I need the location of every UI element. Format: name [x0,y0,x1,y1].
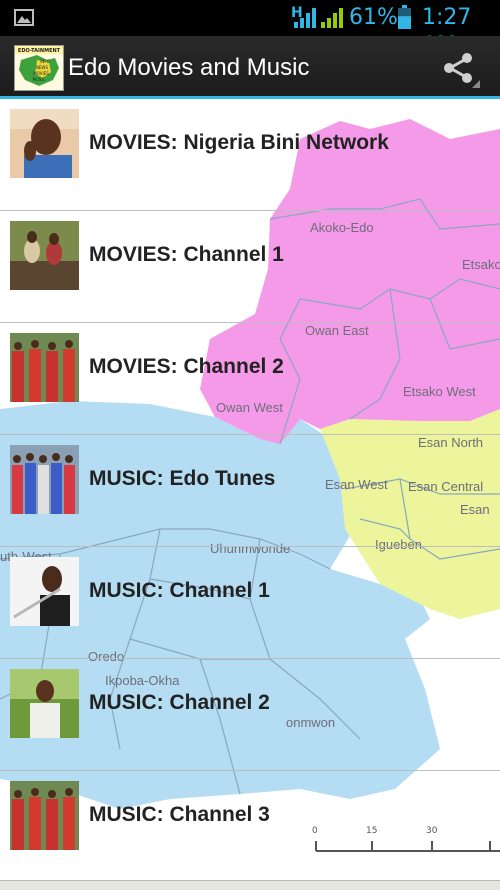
signal-icon [321,8,343,28]
thumb-flute-player-photo [10,557,79,626]
thumb-person-photo [10,109,79,178]
svg-text:MOVIES: MOVIES [33,71,49,76]
gallery-icon [14,9,34,26]
list-item-label: MOVIES: Nigeria Bini Network [89,131,389,154]
svg-text:MUSIC: MUSIC [33,77,46,82]
app-title: Edo Movies and Music [68,54,310,81]
thumb-singer-photo [10,669,79,738]
action-bar: EDO-TAINMENT INFO NEWS MOVIES MUSIC Edo … [0,36,500,99]
svg-text:INFO: INFO [40,59,50,64]
list-item[interactable]: MUSIC: Channel 3 [0,771,500,883]
list-item[interactable]: MOVIES: Channel 1 [0,211,500,323]
list-item-label: MOVIES: Channel 2 [89,355,284,378]
thumb-group-photo [10,445,79,514]
share-icon[interactable] [440,50,482,90]
list-item[interactable]: MUSIC: Channel 2 [0,659,500,771]
logo-text: EDO-TAINMENT [18,48,61,54]
status-bar: H 61% 1:27 AM [0,0,500,58]
channel-list: Akoko-Edo Etsako Owan East Etsako West O… [0,99,500,889]
list-item-label: MOVIES: Channel 1 [89,243,284,266]
list-item[interactable]: MOVIES: Channel 2 [0,323,500,435]
signal-icon [294,8,316,28]
battery-percent: 61% [349,5,398,30]
list-item-label: MUSIC: Channel 2 [89,691,270,714]
thumb-scene-photo [10,221,79,290]
list-item-label: MUSIC: Channel 1 [89,579,270,602]
list-item-label: MUSIC: Channel 3 [89,803,270,826]
thumb-group-photo [10,781,79,850]
svg-text:NEWS: NEWS [36,65,48,70]
list-item[interactable]: MOVIES: Nigeria Bini Network [0,99,500,211]
list-item[interactable]: MUSIC: Edo Tunes [0,435,500,547]
thumb-group-photo [10,333,79,402]
list-item-label: MUSIC: Edo Tunes [89,467,276,490]
list-item[interactable]: MUSIC: Channel 1 [0,547,500,659]
app-logo[interactable]: EDO-TAINMENT INFO NEWS MOVIES MUSIC [14,45,64,91]
battery-icon [398,5,411,29]
